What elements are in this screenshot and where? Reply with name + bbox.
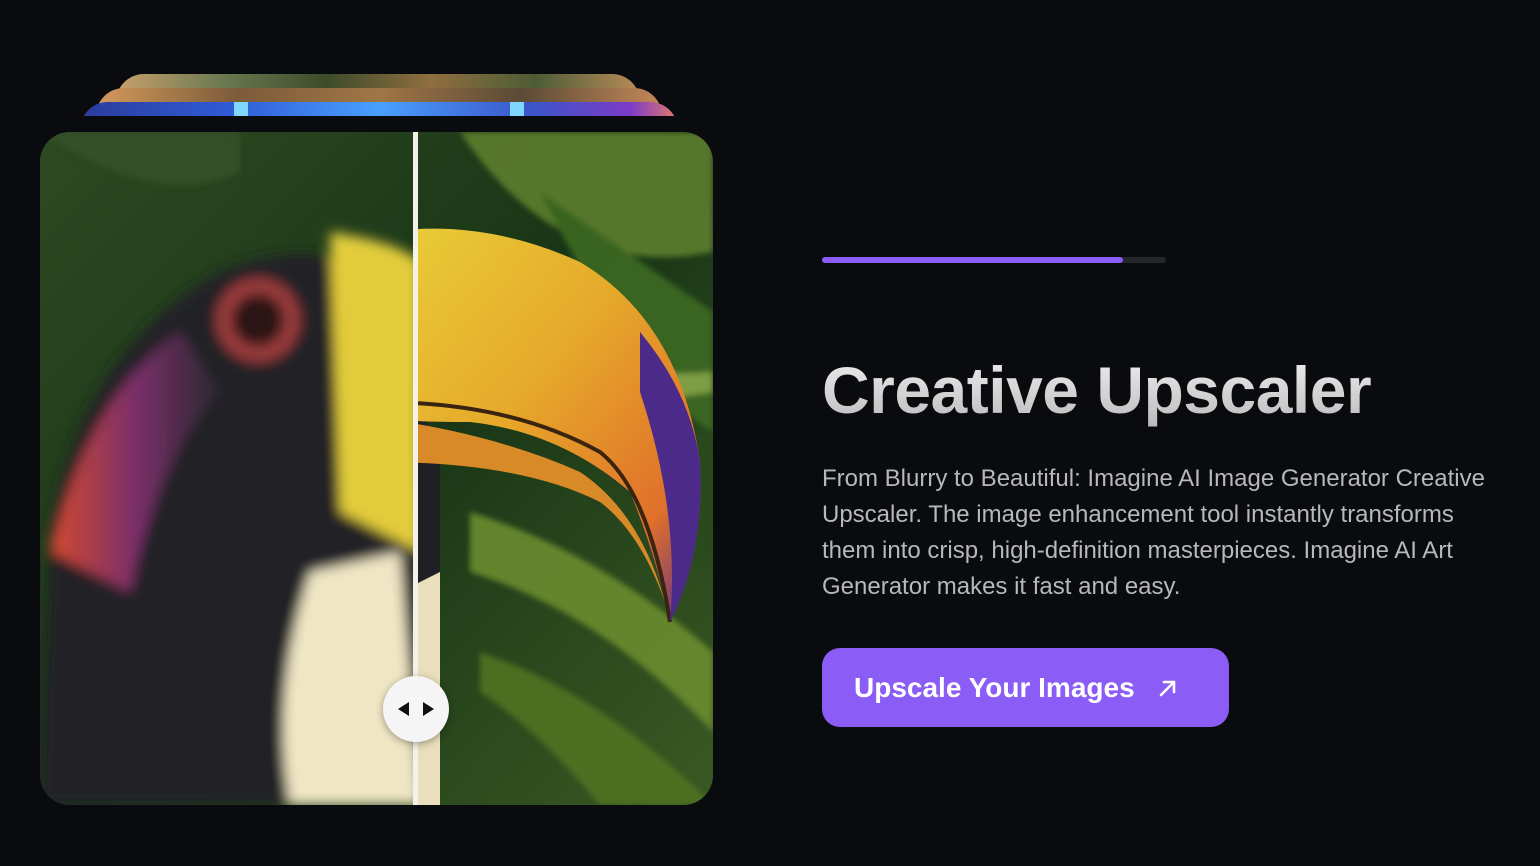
before-after-comparison[interactable] bbox=[40, 132, 713, 805]
carousel-progress-bar bbox=[822, 257, 1166, 263]
section-description: From Blurry to Beautiful: Imagine AI Ima… bbox=[822, 465, 1485, 600]
section-title: Creative Upscaler bbox=[822, 350, 1372, 430]
left-arrow-icon bbox=[398, 702, 409, 716]
page: Creative Upscaler From Blurry to Beautif… bbox=[0, 0, 1540, 866]
upscale-images-button-label: Upscale Your Images bbox=[854, 671, 1135, 703]
carousel-progress-fill bbox=[822, 257, 1123, 263]
comparison-slider-handle[interactable] bbox=[383, 676, 449, 742]
right-arrow-icon bbox=[423, 702, 434, 716]
toucan-image bbox=[40, 132, 713, 805]
arrow-up-right-icon bbox=[1157, 677, 1179, 699]
upscale-images-button[interactable]: Upscale Your Images bbox=[822, 648, 1229, 727]
